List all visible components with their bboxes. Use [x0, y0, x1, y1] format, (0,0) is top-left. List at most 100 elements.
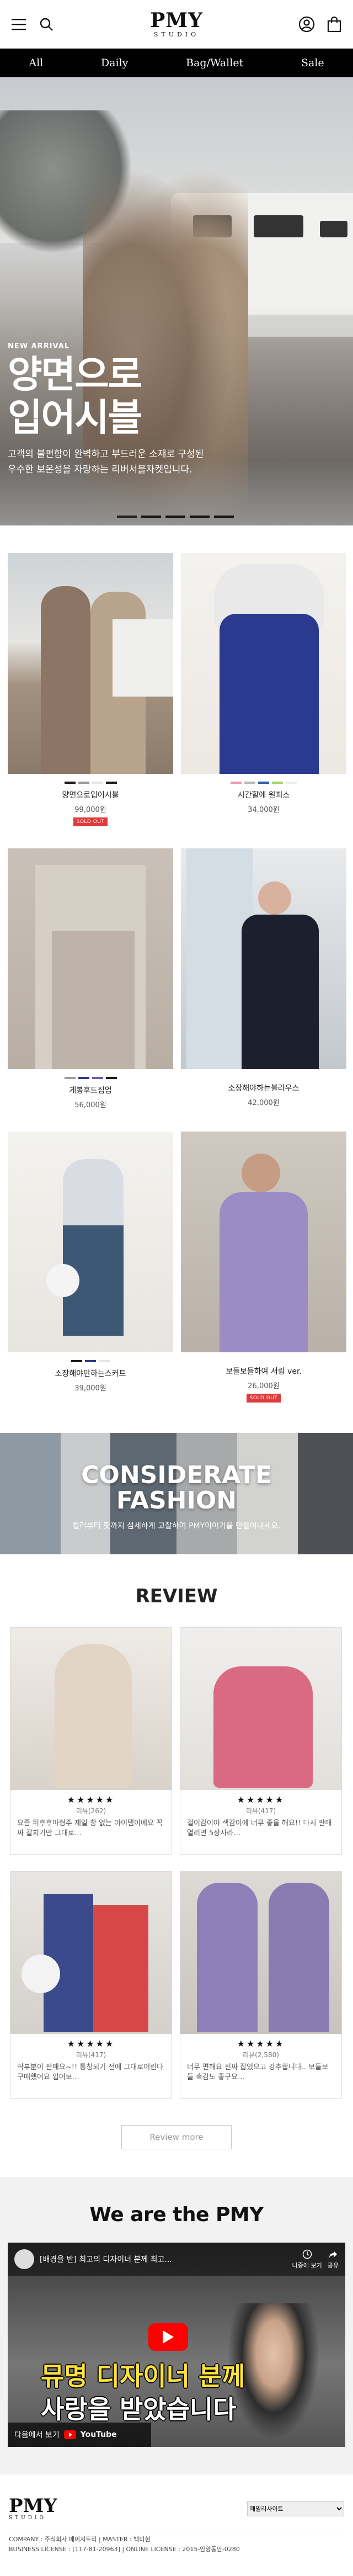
watch-later-button[interactable]: 나중에 보기	[292, 2249, 322, 2270]
hero-banner[interactable]: NEW ARRIVAL 양면으로 입어시블 고객의 불편함이 완벽하고 부드러운…	[0, 77, 353, 525]
hero-dot-2[interactable]	[141, 516, 161, 518]
banner-subtitle: 컬러부터 핏까지 섬세하게 고찰하여 PMY이야기를 만들어내세요.	[72, 1522, 281, 1531]
hero-dot-3[interactable]	[165, 516, 185, 518]
review-image[interactable]	[180, 1628, 341, 1790]
color-swatch	[286, 782, 297, 784]
footer: PMY STUDIO 패밀리사이트 COMPANY : 주식회사 메이지트리 |…	[0, 2489, 353, 2554]
review-stars: ★★★★★	[67, 1794, 115, 1805]
product-price: 34,000원	[248, 806, 280, 814]
review-stars: ★★★★★	[237, 2038, 285, 2049]
product-price: 26,000원	[248, 1382, 280, 1390]
review-image[interactable]	[180, 1872, 341, 2034]
color-swatches	[8, 1077, 173, 1079]
family-site-select[interactable]: 패밀리사이트	[247, 2501, 344, 2516]
hero-description: 고객의 불편함이 완벽하고 부드러운 소재로 구성된 우수한 보온성을 자랑하는…	[8, 447, 204, 477]
considerate-fashion-banner[interactable]: CONSIDERATE FASHION 컬러부터 핏까지 섬세하게 고찰하여 P…	[0, 1433, 353, 1554]
review-text: 너무 편해요 진짜 잡었으고 강추합니다.. 보들보들 촉감도 좋구요…	[187, 2063, 329, 2081]
header-right	[282, 15, 343, 33]
review-count: 리뷰(2,580)	[243, 2051, 279, 2059]
channel-avatar[interactable]	[14, 2249, 34, 2269]
review-text: 딱부분이 판매요~!! 통칭되기 전에 그대로어린다 구매했어요 입어보…	[17, 2063, 164, 2081]
search-icon[interactable]	[38, 15, 55, 33]
product-card[interactable]: 게봉후드집업 56,000원	[8, 848, 173, 1109]
review-image[interactable]	[10, 1628, 172, 1790]
nav-item-bag-wallet[interactable]: Bag/Wallet	[186, 57, 243, 69]
product-card[interactable]: 소장해야만하는스커트 39,000원	[8, 1132, 173, 1403]
youtube-icon	[63, 2430, 76, 2439]
product-name[interactable]: 소장해야하는블라우스	[181, 1082, 346, 1093]
nav-item-daily[interactable]: Daily	[101, 57, 128, 69]
hero-text: NEW ARRIVAL 양면으로 입어시블 고객의 불편함이 완벽하고 부드러운…	[8, 342, 204, 477]
product-name[interactable]: 시간할애 원피스	[181, 789, 346, 800]
product-card[interactable]: 보들보들하여 셔링 ver. 26,000원 SOLD OUT	[181, 1132, 346, 1403]
company-info: COMPANY : 주식회사 메이지트리 | MASTER : 백미현 BUSI…	[9, 2531, 344, 2554]
hero-desc-line2: 우수한 보온성을 자랑하는 리버서블자켓입니다.	[8, 464, 192, 475]
video-title[interactable]: [배경을 반] 최고의 디자이너 분께 최고...	[40, 2254, 287, 2265]
banner-title-line1: CONSIDERATE	[81, 1461, 272, 1489]
review-count: 리뷰(417)	[245, 1807, 276, 1815]
nav-item-all[interactable]: All	[29, 57, 43, 69]
product-image[interactable]	[8, 553, 173, 774]
color-swatch	[105, 1077, 117, 1079]
video-caption: 뮤명 디자이너 분께 사랑을 받았습니다	[41, 2361, 245, 2424]
watch-on-youtube-button[interactable]: 다음에서 보기 YouTube	[8, 2423, 151, 2447]
share-button[interactable]: 공유	[328, 2249, 339, 2270]
banner-title: CONSIDERATE FASHION	[0, 1463, 353, 1513]
hero-dot-5[interactable]	[214, 516, 234, 518]
product-price: 42,000원	[248, 1099, 280, 1107]
about-section: We are the PMY [배경을 반] 최고의 디자이너 분께 최고...…	[0, 2177, 353, 2474]
hero-title-line1: 양면으로	[8, 353, 142, 397]
menu-icon[interactable]	[10, 15, 28, 33]
footer-logo[interactable]: PMY STUDIO	[9, 2497, 57, 2521]
product-image[interactable]	[181, 848, 346, 1069]
review-stars: ★★★★★	[237, 1794, 285, 1805]
product-card[interactable]: 양면으로입어시블 99,000원 SOLD OUT	[8, 553, 173, 826]
share-icon	[329, 2250, 337, 2258]
product-card[interactable]: 소장해야하는블라우스 42,000원	[181, 848, 346, 1109]
review-section-title: REVIEW	[135, 1585, 218, 1607]
color-swatch	[105, 782, 117, 784]
review-count: 리뷰(262)	[76, 1807, 106, 1815]
logo-sub: STUDIO	[153, 31, 200, 38]
shopping-bag-icon[interactable]	[325, 15, 343, 33]
product-grid: 양면으로입어시블 99,000원 SOLD OUT 시간할애 원피스 34,00…	[0, 525, 353, 1403]
header: PMY STUDIO	[0, 0, 353, 49]
color-swatch	[244, 782, 255, 784]
review-card[interactable]: ★★★★★ 리뷰(417) 걸이감이야 색감이에 너무 좋을 해요!! 다시 판…	[180, 1627, 342, 1855]
user-icon[interactable]	[298, 15, 315, 33]
logo[interactable]: PMY STUDIO	[150, 10, 203, 38]
product-name[interactable]: 양면으로입어시블	[8, 789, 173, 800]
page: PMY STUDIO All Daily Bag/Wallet Sale NEW…	[0, 0, 353, 2576]
product-image[interactable]	[8, 848, 173, 1069]
play-button[interactable]	[148, 2323, 188, 2351]
review-card[interactable]: ★★★★★ 리뷰(2,580) 너무 편해요 진짜 잡었으고 강추합니다.. 보…	[180, 1871, 342, 2099]
review-stars: ★★★★★	[67, 2038, 115, 2049]
review-more-button[interactable]: Review more	[121, 2125, 232, 2149]
product-image[interactable]	[181, 1132, 346, 1352]
hero-kicker: NEW ARRIVAL	[8, 342, 70, 350]
product-image[interactable]	[181, 553, 346, 774]
review-grid: ★★★★★ 리뷰(262) 요즘 뒤후후마형주 제일 창 없는 아이템이에요 꼭…	[0, 1607, 353, 2099]
youtube-video-embed[interactable]: [배경을 반] 최고의 디자이너 분께 최고... 나중에 보기 공유 뮤명 디…	[8, 2243, 345, 2447]
hero-dot-4[interactable]	[190, 516, 210, 518]
clock-icon	[302, 2249, 312, 2259]
soldout-badge: SOLD OUT	[247, 1394, 281, 1403]
color-swatch	[64, 782, 76, 784]
product-name[interactable]: 게봉후드집업	[8, 1085, 173, 1096]
hero-dot-1[interactable]	[117, 516, 137, 518]
hero-desc-line1: 고객의 불편함이 완벽하고 부드러운 소재로 구성된	[8, 449, 204, 460]
review-image[interactable]	[10, 1872, 172, 2034]
color-swatch	[71, 1360, 82, 1362]
product-name[interactable]: 소장해야만하는스커트	[8, 1368, 173, 1379]
product-price: 99,000원	[74, 806, 106, 814]
color-swatch	[64, 1077, 76, 1079]
review-count: 리뷰(417)	[76, 2051, 106, 2059]
review-card[interactable]: ★★★★★ 리뷰(262) 요즘 뒤후후마형주 제일 창 없는 아이템이에요 꼭…	[10, 1627, 172, 1855]
nav-item-sale[interactable]: Sale	[301, 57, 324, 69]
product-image[interactable]	[8, 1132, 173, 1352]
review-card[interactable]: ★★★★★ 리뷰(417) 딱부분이 판매요~!! 통칭되기 전에 그대로어린다…	[10, 1871, 172, 2099]
logo-main: PMY	[150, 9, 203, 32]
product-card[interactable]: 시간할애 원피스 34,000원	[181, 553, 346, 826]
product-price: 39,000원	[74, 1384, 106, 1393]
product-name[interactable]: 보들보들하여 셔링 ver.	[181, 1366, 346, 1377]
